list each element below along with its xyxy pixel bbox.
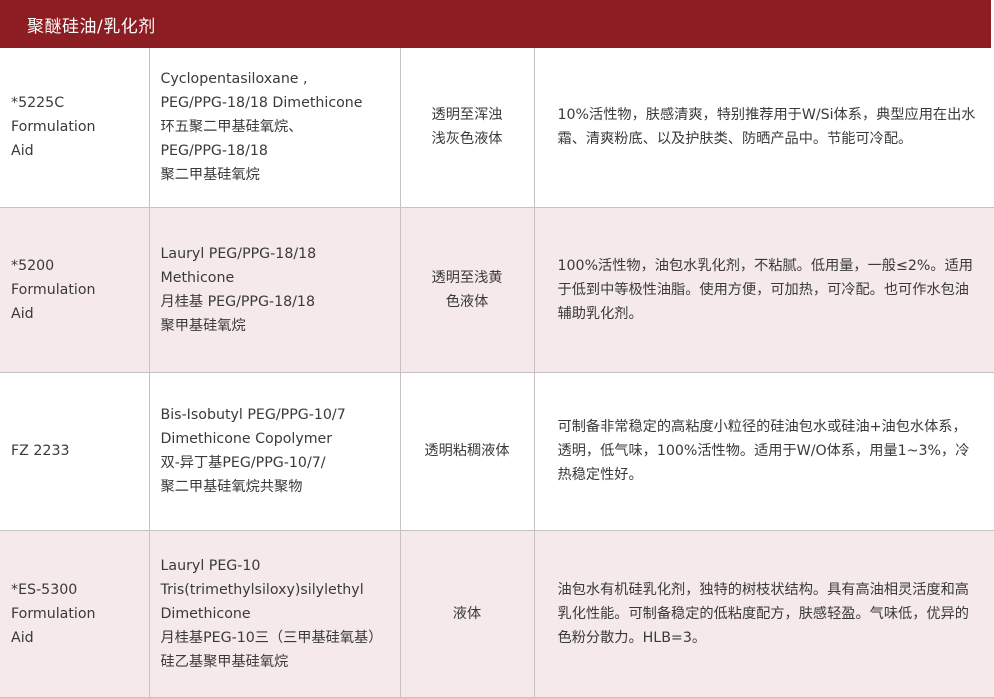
inci-name-cell: Bis-Isobutyl PEG/PPG-10/7 Dimethicone Co… xyxy=(148,371,401,531)
appearance-cell: 透明至浑浊 浅灰色液体 xyxy=(399,48,535,208)
appearance: 液体 xyxy=(452,605,482,622)
table-row: *5200 Formulation Aid Lauryl PEG/PPG-18/… xyxy=(0,206,994,373)
description-cell: 可制备非常稳定的高粘度小粒径的硅油包水或硅油+油包水体系，透明，低气味，100%… xyxy=(533,371,994,531)
inci-name: Cyclopentasiloxane , PEG/PPG-18/18 Dimet… xyxy=(160,71,363,184)
appearance: 透明至浅黄 色液体 xyxy=(431,269,503,310)
product-name: FZ 2233 xyxy=(11,443,70,459)
inci-name: Lauryl PEG/PPG-18/18 Methicone 月桂基 PEG/P… xyxy=(160,245,317,334)
product-name: *5225C Formulation Aid xyxy=(11,95,96,160)
description: 油包水有机硅乳化剂，独特的树枝状结构。具有高油相灵活度和高乳化性能。可制备稳定的… xyxy=(557,581,969,646)
appearance-cell: 透明粘稠液体 xyxy=(399,371,535,531)
inci-name-cell: Cyclopentasiloxane , PEG/PPG-18/18 Dimet… xyxy=(148,48,401,208)
table-header-bar: 聚醚硅油/乳化剂 xyxy=(0,0,991,48)
appearance: 透明至浑浊 浅灰色液体 xyxy=(431,107,503,148)
inci-name-cell: Lauryl PEG-10 Tris(trimethylsiloxy)silyl… xyxy=(148,529,401,698)
description-cell: 10%活性物，肤感清爽，特别推荐用于W/Si体系，典型应用在出水霜、清爽粉底、以… xyxy=(533,48,994,208)
appearance-cell: 透明至浅黄 色液体 xyxy=(399,206,535,373)
table-row: *ES-5300 Formulation Aid Lauryl PEG-10 T… xyxy=(0,529,994,698)
product-name: *5200 Formulation Aid xyxy=(11,257,96,322)
table-row: *5225C Formulation Aid Cyclopentasiloxan… xyxy=(0,48,994,208)
appearance: 透明粘稠液体 xyxy=(424,443,510,459)
description: 10%活性物，肤感清爽，特别推荐用于W/Si体系，典型应用在出水霜、清爽粉底、以… xyxy=(557,107,976,148)
description-cell: 油包水有机硅乳化剂，独特的树枝状结构。具有高油相灵活度和高乳化性能。可制备稳定的… xyxy=(533,529,994,698)
product-name-cell: *ES-5300 Formulation Aid xyxy=(0,529,150,698)
table-row: FZ 2233 Bis-Isobutyl PEG/PPG-10/7 Dimeth… xyxy=(0,371,994,531)
inci-name-cell: Lauryl PEG/PPG-18/18 Methicone 月桂基 PEG/P… xyxy=(148,206,401,373)
inci-name: Lauryl PEG-10 Tris(trimethylsiloxy)silyl… xyxy=(160,557,383,670)
product-name-cell: FZ 2233 xyxy=(0,371,150,531)
description: 可制备非常稳定的高粘度小粒径的硅油包水或硅油+油包水体系，透明，低气味，100%… xyxy=(557,419,970,483)
table-title: 聚醚硅油/乳化剂 xyxy=(27,16,156,37)
description: 100%活性物，油包水乳化剂，不粘腻。低用量，一般≤2%。适用于低到中等极性油脂… xyxy=(557,257,973,322)
product-name-cell: *5200 Formulation Aid xyxy=(0,206,150,373)
appearance-cell: 液体 xyxy=(399,529,535,698)
product-name: *ES-5300 Formulation Aid xyxy=(11,581,96,646)
description-cell: 100%活性物，油包水乳化剂，不粘腻。低用量，一般≤2%。适用于低到中等极性油脂… xyxy=(533,206,994,373)
inci-name: Bis-Isobutyl PEG/PPG-10/7 Dimethicone Co… xyxy=(160,407,346,495)
product-name-cell: *5225C Formulation Aid xyxy=(0,48,150,208)
product-table: *5225C Formulation Aid Cyclopentasiloxan… xyxy=(0,48,994,698)
